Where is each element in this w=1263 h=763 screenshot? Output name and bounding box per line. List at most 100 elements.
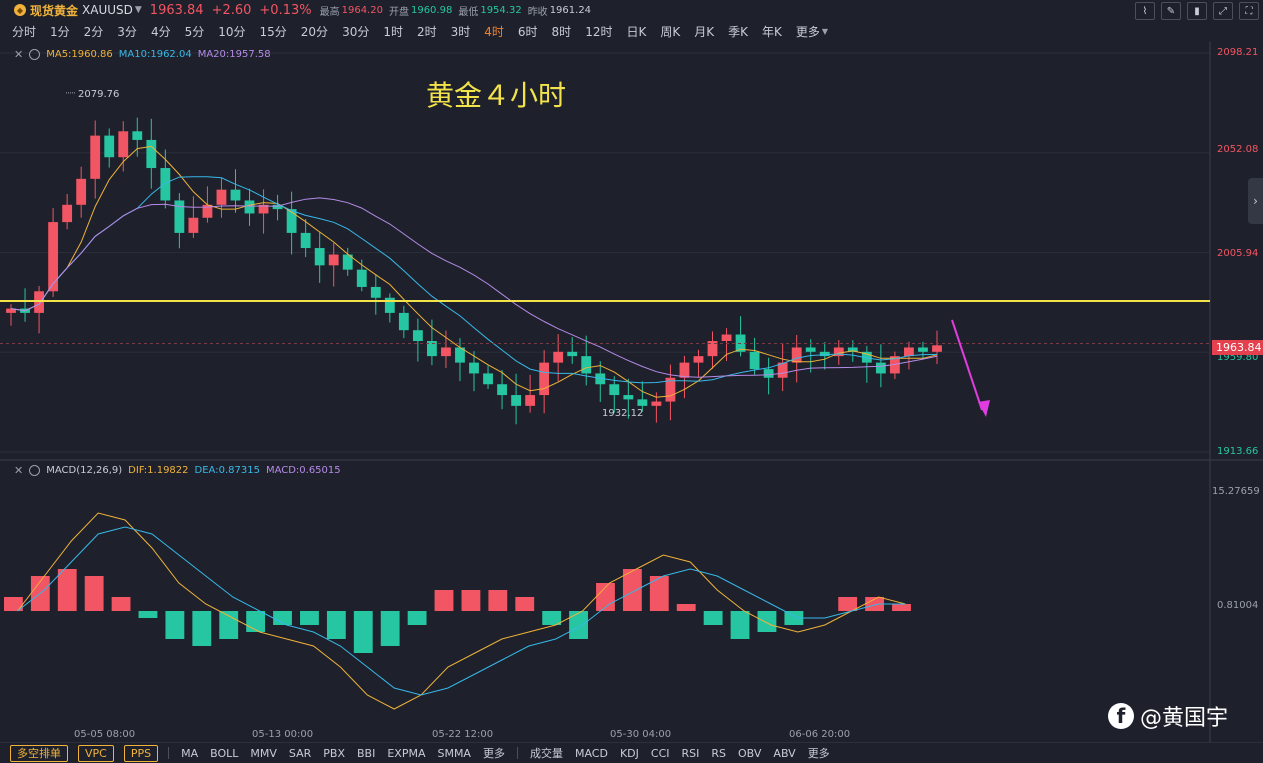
sub-indicator-tab[interactable]: RSI — [682, 747, 700, 760]
timeframe-tab[interactable]: 3分 — [117, 23, 137, 40]
chevron-down-icon[interactable]: ▼ — [135, 5, 142, 15]
sub-indicator-tab[interactable]: OBV — [738, 747, 761, 760]
bottom-button[interactable]: PPS — [123, 744, 159, 762]
dif-value: DIF:1.19822 — [128, 465, 189, 476]
sub-indicator-tab[interactable]: MACD — [575, 747, 608, 760]
brush-icon[interactable]: ▮ — [1187, 2, 1207, 20]
timeframe-tab[interactable]: 2时 — [417, 23, 437, 40]
timeframe-tab[interactable]: 周K — [660, 23, 680, 40]
timeframe-tab[interactable]: 季K — [728, 23, 748, 40]
sub-indicator-tab[interactable]: 成交量 — [530, 745, 563, 761]
timeframe-tab[interactable]: 年K — [762, 23, 782, 40]
main-indicator-tab[interactable]: MMV — [250, 747, 277, 760]
main-indicator-tab[interactable]: EXPMA — [387, 747, 425, 760]
high-label: 最高 — [319, 6, 340, 18]
main-indicator-tab[interactable]: BOLL — [210, 747, 238, 760]
high-annotation: 2079.76 — [78, 89, 119, 100]
candle-body — [76, 178, 87, 205]
macd-histogram-bar — [757, 611, 777, 632]
timeframe-tab[interactable]: 30分 — [342, 23, 369, 40]
main-indicator-tab[interactable]: MA — [181, 747, 198, 760]
toolbar: ⌇ ✎ ▮ ⤢ ⛶ — [1135, 2, 1259, 20]
draw-icon[interactable]: ✎ — [1161, 2, 1181, 20]
main-indicator-tab[interactable]: BBI — [357, 747, 375, 760]
candlestick-chart[interactable]: 2079.76 1932.12 — [0, 42, 1263, 742]
fullscreen-icon[interactable]: ⛶ — [1239, 2, 1259, 20]
candle-body — [328, 254, 339, 266]
timeframe-tab[interactable]: 4分 — [151, 23, 171, 40]
macd-histogram-bar — [111, 597, 131, 611]
bottom-button[interactable]: 多空排单 — [10, 744, 68, 762]
chart-type-icon[interactable]: ⌇ — [1135, 2, 1155, 20]
macd-histogram-bar — [326, 611, 346, 639]
macd-legend: ✕ MACD(12,26,9) DIF:1.19822 DEA:0.87315 … — [14, 464, 347, 477]
timeframe-tab[interactable]: 日K — [626, 23, 646, 40]
candle-body — [932, 345, 942, 352]
timeframe-tab[interactable]: 更多 — [796, 23, 820, 40]
main-indicator-tab[interactable]: SAR — [289, 747, 311, 760]
divider — [168, 747, 170, 759]
timeframe-tab[interactable]: 8时 — [552, 23, 572, 40]
macd-histogram-bar — [542, 611, 562, 625]
timeframe-tab[interactable]: 12时 — [585, 23, 612, 40]
timeframe-tab[interactable]: 分时 — [12, 23, 36, 40]
sub-indicator-tab[interactable]: 更多 — [808, 745, 830, 761]
candle-body — [581, 356, 592, 374]
sub-indicator-tab[interactable]: CCI — [651, 747, 670, 760]
timeframe-tab[interactable]: 2分 — [84, 23, 104, 40]
sub-indicator-tab[interactable]: KDJ — [620, 747, 639, 760]
chevron-right-icon[interactable]: › — [1248, 178, 1263, 224]
candle-body — [497, 384, 507, 396]
macd-histogram-bar — [703, 611, 723, 625]
candle-body — [230, 189, 241, 201]
x-tick-1: 05-05 08:00 — [74, 729, 136, 740]
macd-histogram-bar — [353, 611, 373, 653]
timeframe-tab[interactable]: 月K — [694, 23, 714, 40]
timeframe-tab[interactable]: 10分 — [218, 23, 245, 40]
timeframe-tab[interactable]: 5分 — [185, 23, 205, 40]
divider — [516, 747, 518, 759]
candle-body — [525, 395, 536, 406]
sub-indicator-tab[interactable]: ABV — [773, 747, 795, 760]
timeframe-tab[interactable]: 15分 — [260, 23, 287, 40]
timeframe-tab[interactable]: 3时 — [451, 23, 471, 40]
gear-icon[interactable] — [29, 465, 41, 476]
chevron-down-icon[interactable]: ▼ — [822, 27, 828, 36]
expand-icon[interactable]: ⤢ — [1213, 2, 1233, 20]
symbol-name[interactable]: 现货黄金 — [30, 2, 78, 19]
close-icon[interactable]: ✕ — [14, 48, 23, 61]
sub-indicator-tab[interactable]: RS — [711, 747, 726, 760]
candle-body — [174, 200, 185, 233]
bottom-button[interactable]: VPC — [78, 744, 114, 762]
timeframe-tab[interactable]: 4时 — [484, 23, 504, 40]
macd-histogram-bar — [838, 597, 858, 611]
candle-body — [90, 135, 101, 179]
symbol-code[interactable]: XAUUSD — [82, 3, 133, 17]
candle-body — [567, 351, 578, 357]
gear-icon[interactable] — [29, 49, 41, 60]
candle-body — [370, 286, 381, 298]
close-icon[interactable]: ✕ — [14, 464, 23, 477]
macd-histogram-bar — [192, 611, 212, 646]
candle-body — [553, 351, 564, 363]
candle-body — [146, 139, 157, 169]
candle-body — [539, 362, 550, 396]
main-indicator-tab[interactable]: 更多 — [483, 745, 505, 761]
main-indicator-tab[interactable]: SMMA — [437, 747, 471, 760]
low-label: 最低 — [458, 6, 479, 18]
timeframe-tab[interactable]: 6时 — [518, 23, 538, 40]
current-price-badge: 1963.84 — [1212, 340, 1263, 355]
candle-body — [118, 131, 129, 158]
timeframe-tab[interactable]: 1时 — [383, 23, 403, 40]
candle-body — [763, 369, 774, 378]
timeframe-tab[interactable]: 20分 — [301, 23, 328, 40]
timeframe-tab[interactable]: 1分 — [50, 23, 70, 40]
price-change: +2.60 — [211, 2, 252, 18]
x-tick-3: 05-22 12:00 — [432, 729, 494, 740]
candle-body — [749, 351, 760, 370]
candle-body — [918, 347, 928, 352]
main-indicator-tab[interactable]: PBX — [323, 747, 345, 760]
macd-histogram-bar — [730, 611, 750, 639]
low-annotation: 1932.12 — [602, 408, 643, 419]
overlay-title: 黄金４小时 — [426, 79, 567, 112]
